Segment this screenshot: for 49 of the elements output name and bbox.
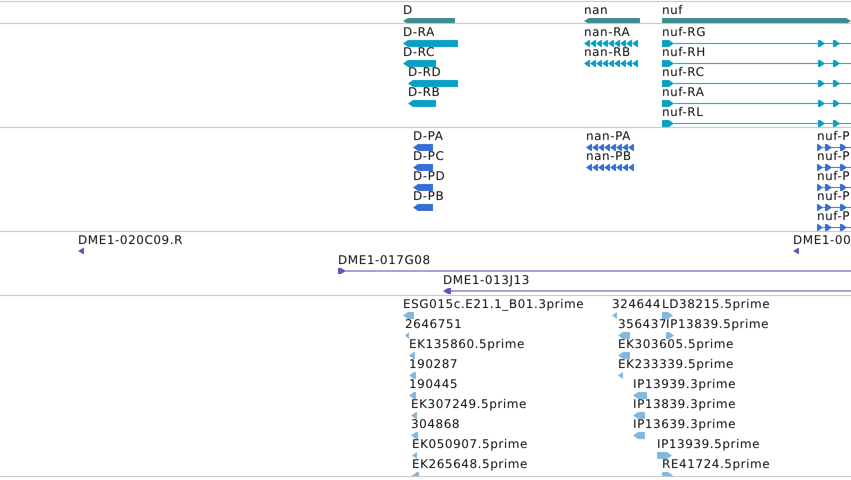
- feature-label: EK135860.5prime: [409, 338, 525, 351]
- feature-label: DME1-013J13: [443, 274, 530, 287]
- feature-label: nuf-P: [817, 150, 850, 163]
- feature-label: RE41724.5prime: [662, 458, 770, 471]
- feature-label: IP13839.3prime: [633, 398, 736, 411]
- feature-label: nan-PB: [586, 150, 632, 163]
- feature-label: nan-PA: [586, 130, 631, 143]
- feature-label: D-PB: [413, 190, 444, 203]
- feature-label: IP13839.5prime: [666, 318, 770, 331]
- feature-label: nan-RA: [584, 26, 630, 39]
- feature-label: DME1-00: [793, 234, 851, 247]
- feature-label: DME1-017G08: [338, 254, 431, 267]
- feature-label: DME1-020C09.R: [78, 234, 183, 247]
- feature-label: nan-RB: [584, 46, 631, 59]
- feature-label: D-RB: [408, 86, 440, 99]
- feature-label: D-PD: [413, 170, 446, 183]
- feature-label: D-RC: [403, 46, 435, 59]
- feature-label: IP13639.3prime: [633, 418, 736, 431]
- feature-label: EK303605.5prime: [618, 338, 734, 351]
- feature-label: EK233339.5prime: [618, 358, 734, 371]
- feature-label: LD38215.5prime: [662, 298, 770, 311]
- feature-label: D: [403, 4, 413, 17]
- feature-label: 324644: [612, 298, 662, 311]
- feature-label: IP13939.3prime: [633, 378, 736, 391]
- feature-label: nuf-RG: [662, 26, 706, 39]
- feature-label: 190287: [409, 358, 458, 371]
- feature-label: EK050907.5prime: [412, 438, 528, 451]
- feature-label: 304868: [411, 418, 460, 431]
- feature-label: nuf-RL: [662, 106, 704, 119]
- feature-label: D-RD: [408, 66, 442, 79]
- feature-label: ESG015c.E21.1_B01.3prime: [403, 298, 584, 311]
- feature-label: 2646751: [405, 318, 462, 331]
- feature-label: nuf-RA: [662, 86, 704, 99]
- feature-label: nan: [584, 4, 608, 17]
- feature-label: 356437: [618, 318, 668, 331]
- feature-label: D-RA: [403, 26, 435, 39]
- feature-label: nuf-RH: [662, 46, 706, 59]
- feature-label: nuf: [662, 4, 684, 17]
- feature-label: IP13939.5prime: [657, 438, 760, 451]
- feature-label: nuf-P: [817, 210, 850, 223]
- feature-label: nuf-RC: [662, 66, 705, 79]
- feature-label: nuf-P: [817, 190, 850, 203]
- feature-label: nuf-P: [817, 130, 850, 143]
- feature-label: D-PC: [413, 150, 444, 163]
- feature-label: EK307249.5prime: [411, 398, 527, 411]
- feature-label: EK265648.5prime: [412, 458, 528, 471]
- feature-label: 190445: [409, 378, 458, 391]
- feature-label: D-PA: [413, 130, 444, 143]
- feature-label: nuf-P: [817, 170, 850, 183]
